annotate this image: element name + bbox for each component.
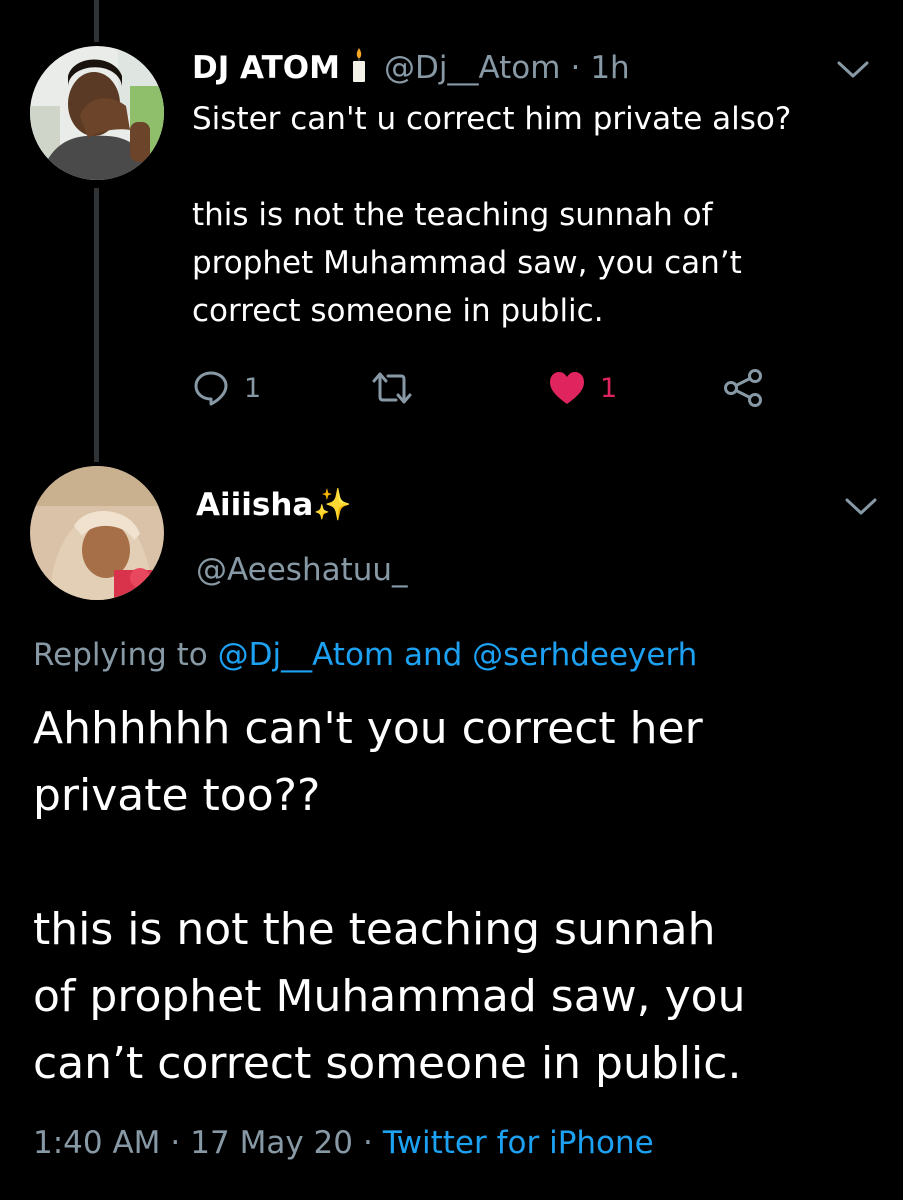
tweet2-line: private too?? [33, 770, 321, 821]
tweet2-handle[interactable]: @Aeeshatuu_ [196, 548, 408, 592]
reply-button[interactable]: 1 [192, 360, 261, 416]
avatar-aiiisha[interactable] [30, 466, 164, 600]
share-icon [724, 369, 762, 407]
thread-line-top [94, 0, 99, 42]
candle-icon [352, 48, 366, 94]
tweet1-line: this is not the teaching sunnah of [192, 197, 713, 233]
retweet-icon [372, 372, 412, 404]
tweet2-line: this is not the teaching sunnah [33, 904, 716, 955]
tweet1-handle[interactable]: @Dj__Atom [384, 50, 560, 86]
reply-mention-and[interactable]: and [404, 637, 462, 673]
reply-mention-link[interactable]: @serhdeeyerh [472, 637, 697, 673]
reply-count: 1 [244, 372, 262, 404]
tweet2-meta: 1:40 AM · 17 May 20 · Twitter for iPhone [33, 1118, 654, 1168]
tweet1-time[interactable]: 1h [590, 50, 629, 86]
tweet2-date: 17 May 20 [190, 1125, 353, 1161]
thread-line [94, 188, 99, 462]
tweet2-line: can’t correct someone in public. [33, 1038, 742, 1089]
tweet2-source-link[interactable]: Twitter for iPhone [383, 1125, 654, 1161]
tweet2-menu-chevron-icon[interactable] [844, 497, 878, 517]
tweet1-header: DJ ATOM @Dj__Atom · 1h [192, 46, 630, 94]
tweet1-line: prophet Muhammad saw, you can’t [192, 245, 742, 281]
retweet-button[interactable] [370, 360, 414, 416]
tweet2-display-name[interactable]: Aiiisha✨ [196, 483, 352, 527]
tweet2-line: of prophet Muhammad saw, you [33, 971, 746, 1022]
replying-to-label: Replying to [33, 637, 208, 673]
separator-dot: · [170, 1125, 181, 1161]
tweet2-time: 1:40 AM [33, 1125, 161, 1161]
reply-mention-link[interactable]: @Dj__Atom [218, 637, 394, 673]
reply-icon [194, 371, 228, 406]
replying-to-line: Replying to @Dj__Atom and @serhdeeyerh [33, 632, 697, 678]
avatar-dj-atom-image [30, 46, 164, 180]
tweet1-line: Sister can't u correct him private also? [192, 101, 792, 137]
tweet1-action-bar: 1 1 [192, 360, 792, 416]
separator-dot: · [570, 50, 581, 86]
tweet2-text: Ahhhhhh can't you correct her private to… [33, 695, 873, 1097]
avatar-aiiisha-image [30, 466, 164, 600]
tweet1-text: Sister can't u correct him private also?… [192, 95, 852, 335]
heart-filled-icon [550, 372, 584, 404]
like-button[interactable]: 1 [548, 360, 617, 416]
tweet1-menu-chevron-icon[interactable] [836, 60, 870, 80]
avatar-dj-atom[interactable] [30, 46, 164, 180]
like-count: 1 [600, 372, 618, 404]
tweet2-line: Ahhhhhh can't you correct her [33, 703, 703, 754]
tweet1-line: correct someone in public. [192, 293, 604, 329]
separator-dot: · [362, 1125, 373, 1161]
tweet1-display-name[interactable]: DJ ATOM [192, 50, 340, 86]
share-button[interactable] [722, 360, 764, 416]
